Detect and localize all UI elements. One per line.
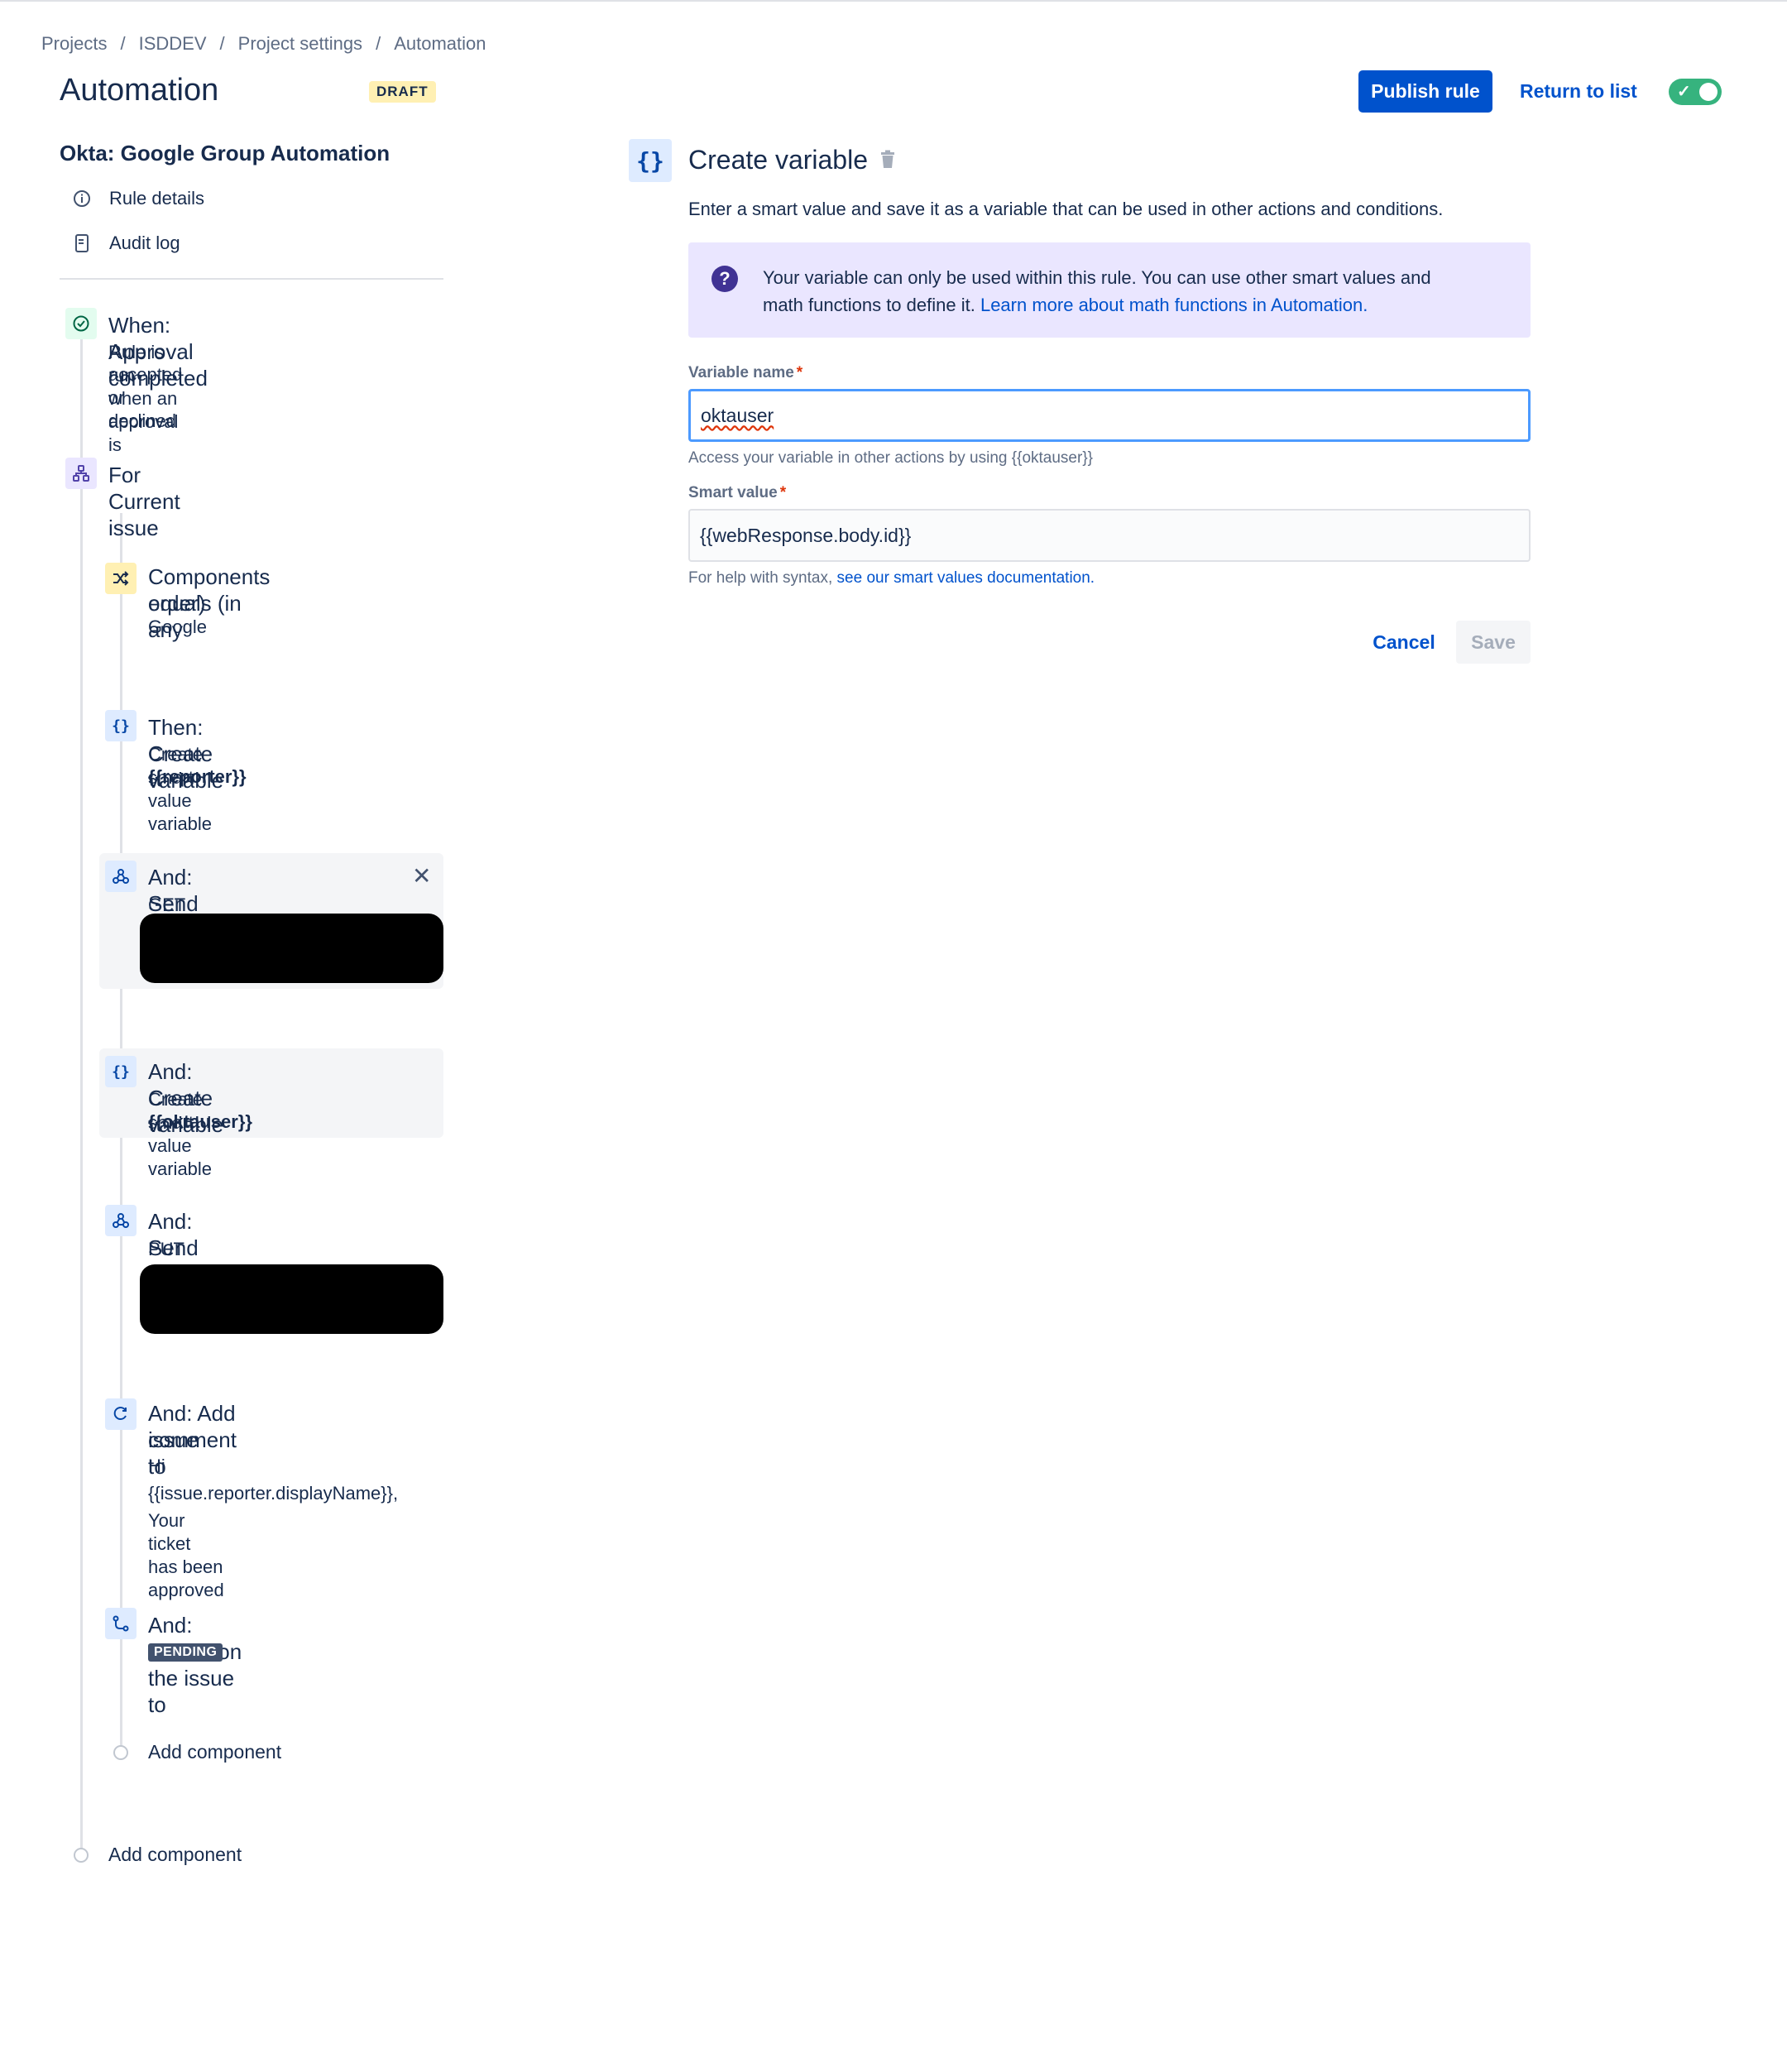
trash-icon[interactable] (879, 150, 897, 171)
draft-badge: DRAFT (369, 81, 436, 103)
top-border (0, 0, 1787, 2)
add-component-label: Add component (148, 1741, 282, 1763)
variable-name-label: Variable name * (688, 364, 802, 382)
breadcrumb: Projects / ISDDEV / Project settings / A… (41, 33, 486, 55)
publish-rule-button[interactable]: Publish rule (1358, 70, 1492, 113)
variable-icon: {} (629, 139, 672, 182)
status-wrapper: PENDING (148, 1643, 223, 1662)
variable-name-label-text: Variable name (688, 364, 794, 381)
outer-connector-line (80, 339, 83, 1855)
action-subtitle: Create smart value variable (148, 1089, 213, 1179)
breadcrumb-separator: / (376, 33, 381, 54)
info-message: ? Your variable can only be used within … (688, 242, 1531, 338)
breadcrumb-projects[interactable]: Projects (41, 33, 107, 55)
condition-title: order) (148, 591, 206, 616)
action-subtitle: Hi (148, 1456, 165, 1476)
webhook-icon (105, 1205, 137, 1236)
required-asterisk: * (779, 484, 787, 501)
action-value: {{oktauser}} (148, 1111, 252, 1132)
rule-enabled-toggle[interactable]: ✓ (1669, 79, 1722, 105)
variable-name-value: oktauser (701, 404, 774, 426)
action-value: {{reporter}} (148, 766, 247, 787)
breadcrumb-separator: / (219, 33, 225, 54)
panel-description: Enter a smart value and save it as a var… (688, 199, 1444, 219)
add-component-label: Add component (108, 1844, 242, 1865)
smart-values-docs-link[interactable]: see our smart values documentation. (837, 569, 1095, 587)
cancel-button[interactable]: Cancel (1363, 622, 1444, 662)
save-button[interactable]: Save (1456, 621, 1531, 664)
audit-log-link[interactable]: Audit log (71, 233, 180, 254)
rule-details-link[interactable]: Rule details (71, 188, 204, 209)
action-subtitle: {{issue.reporter.displayName}}, (148, 1483, 399, 1504)
toggle-knob (1699, 83, 1718, 101)
redacted-url (140, 1264, 443, 1334)
panel-title: Create variable (688, 145, 868, 175)
action-subtitle: PUT (148, 1239, 184, 1259)
return-to-list-link[interactable]: Return to list (1520, 80, 1637, 103)
smart-value-help-text: For help with syntax, (688, 569, 833, 587)
redacted-url (140, 914, 443, 983)
action-title: And: Transition the issue to (148, 1613, 242, 1717)
close-icon[interactable]: ✕ (412, 862, 431, 890)
document-icon (71, 233, 93, 254)
rule-details-label: Rule details (109, 188, 204, 209)
add-component-outer[interactable]: Add component (74, 1844, 242, 1866)
smart-value-input[interactable]: {{webResponse.body.id}} (688, 509, 1531, 562)
info-line: Your variable can only be used within th… (763, 267, 1431, 288)
sidebar-divider (60, 278, 443, 280)
smart-value-label-text: Smart value (688, 484, 778, 501)
comment-icon (105, 1398, 137, 1430)
breadcrumb-automation[interactable]: Automation (394, 33, 486, 55)
smart-value-value: {{webResponse.body.id}} (700, 524, 912, 546)
status-badge: PENDING (148, 1643, 223, 1662)
math-functions-link[interactable]: Learn more about math functions in Autom… (980, 295, 1368, 315)
transition-icon (105, 1608, 137, 1639)
variable-name-help: Access your variable in other actions by… (688, 449, 1094, 467)
page-title: Automation (60, 73, 219, 108)
info-text: Your variable can only be used within th… (763, 264, 1507, 319)
rule-name: Okta: Google Group Automation (60, 141, 390, 165)
info-icon (71, 188, 93, 209)
shuffle-icon (105, 563, 137, 594)
check-icon: ✓ (1677, 83, 1691, 101)
variable-name-input[interactable]: oktauser (688, 389, 1531, 442)
add-dot-icon (113, 1744, 128, 1760)
breadcrumb-project-settings[interactable]: Project settings (238, 33, 362, 55)
question-icon: ? (711, 266, 738, 292)
smart-value-help: For help with syntax, see our smart valu… (688, 569, 1095, 588)
add-component-inner[interactable]: Add component (113, 1741, 281, 1763)
branch-icon (65, 458, 97, 489)
condition-subtitle: Google (148, 616, 207, 637)
required-asterisk: * (796, 364, 803, 381)
check-circle-icon (65, 308, 97, 339)
add-dot-icon (74, 1847, 89, 1863)
breadcrumb-isddev[interactable]: ISDDEV (139, 33, 207, 55)
audit-log-label: Audit log (109, 233, 180, 253)
variable-icon: {} (105, 710, 137, 741)
breadcrumb-separator: / (120, 33, 126, 54)
branch-title: For Current issue (108, 463, 180, 540)
smart-value-label: Smart value * (688, 484, 786, 502)
action-subtitle: Create smart value variable (148, 744, 213, 834)
webhook-icon (105, 861, 137, 892)
info-line: math functions to define it. (763, 295, 975, 315)
action-title: issue (148, 1427, 199, 1452)
variable-icon: {} (105, 1056, 137, 1087)
trigger-subtitle: accepted or declined (108, 364, 183, 431)
action-subtitle: Your ticket has been approved (148, 1510, 224, 1600)
